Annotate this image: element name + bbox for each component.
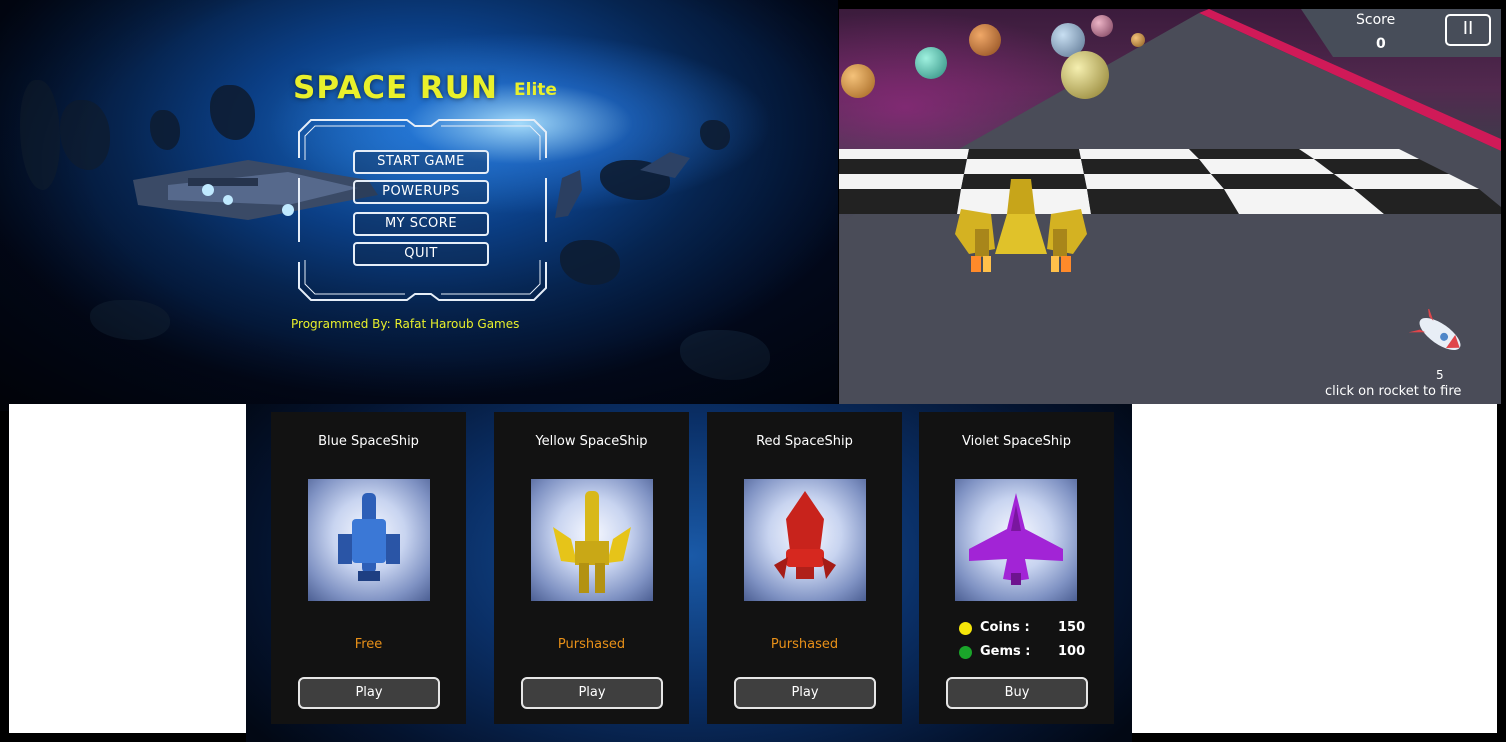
planet bbox=[969, 24, 1001, 56]
ship-card-violet: Violet SpaceShip Coins : 150 Gems : 100 … bbox=[919, 412, 1114, 724]
ship-status: Free bbox=[354, 637, 383, 652]
ship-preview-image bbox=[744, 479, 866, 601]
play-button[interactable]: Play bbox=[298, 677, 440, 709]
gameplay-screen: Score 0 II 5 click on rocket to fire bbox=[839, 9, 1501, 404]
score-value: 0 bbox=[1376, 36, 1386, 52]
game-title-suffix: Elite bbox=[514, 80, 557, 100]
start-game-button[interactable]: START GAME bbox=[353, 150, 489, 174]
ship-card-red: Red SpaceShip Purshased Play bbox=[707, 412, 902, 724]
planet bbox=[1061, 51, 1109, 99]
buy-button[interactable]: Buy bbox=[946, 677, 1088, 709]
ship-status: Purshased bbox=[557, 637, 626, 652]
gems-label: Gems : bbox=[980, 644, 1031, 659]
rocket-icon[interactable] bbox=[1409, 309, 1471, 359]
coins-label: Coins : bbox=[980, 620, 1030, 635]
ship-card-yellow: Yellow SpaceShip Purshased Play bbox=[494, 412, 689, 724]
my-score-button[interactable]: MY SCORE bbox=[353, 212, 489, 236]
planet bbox=[841, 64, 875, 98]
ship-preview-image bbox=[531, 479, 653, 601]
coins-value: 150 bbox=[1058, 620, 1086, 635]
main-menu-screen: SPACE RUN Elite START GAME POWERUPS MY S… bbox=[0, 0, 838, 411]
player-spaceship bbox=[955, 179, 1087, 272]
powerups-button[interactable]: POWERUPS bbox=[353, 180, 489, 204]
menu-frame bbox=[298, 119, 547, 301]
score-label: Score bbox=[1356, 12, 1396, 28]
ship-name: Yellow SpaceShip bbox=[535, 434, 648, 449]
planet bbox=[1091, 15, 1113, 37]
rocket-count: 5 bbox=[1436, 368, 1444, 382]
fire-hint-text: click on rocket to fire bbox=[1325, 384, 1462, 399]
ship-preview-image bbox=[308, 479, 430, 601]
ship-card-blue: Blue SpaceShip Free Play bbox=[271, 412, 466, 724]
ship-name: Violet SpaceShip bbox=[962, 434, 1071, 449]
blank-area bbox=[1132, 404, 1497, 733]
ship-status: Purshased bbox=[770, 637, 839, 652]
quit-button[interactable]: QUIT bbox=[353, 242, 489, 266]
play-button[interactable]: Play bbox=[734, 677, 876, 709]
planet bbox=[915, 47, 947, 79]
gem-icon bbox=[959, 646, 972, 659]
play-button[interactable]: Play bbox=[521, 677, 663, 709]
ship-name: Red SpaceShip bbox=[756, 434, 853, 449]
planet bbox=[1131, 33, 1145, 47]
credits-text: Programmed By: Rafat Haroub Games bbox=[291, 317, 520, 331]
ship-name: Blue SpaceShip bbox=[318, 434, 419, 449]
coin-icon bbox=[959, 622, 972, 635]
ship-select-screen: Blue SpaceShip Free Play Yellow SpaceShi… bbox=[246, 404, 1132, 742]
game-title: SPACE RUN bbox=[293, 70, 498, 106]
gems-value: 100 bbox=[1058, 644, 1086, 659]
ship-preview-image bbox=[955, 479, 1077, 601]
blank-area bbox=[9, 404, 246, 733]
pause-button[interactable]: II bbox=[1445, 14, 1491, 46]
